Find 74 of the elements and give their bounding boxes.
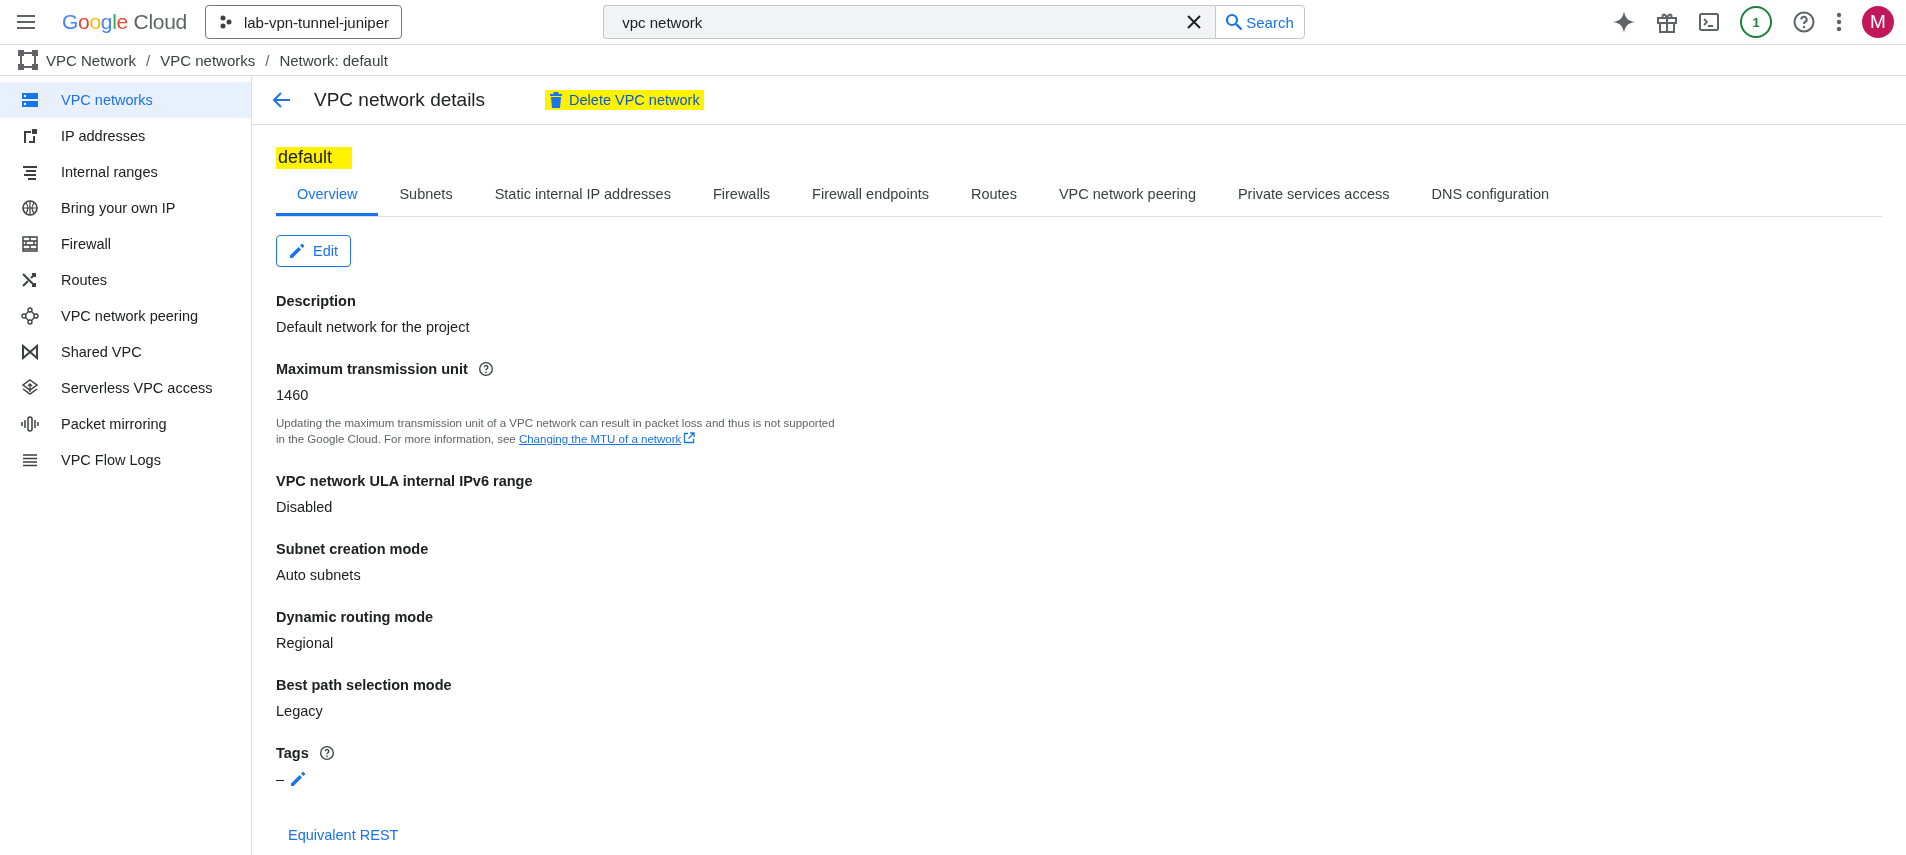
field-value: –: [276, 771, 285, 787]
sidebar-item[interactable]: Firewall: [0, 226, 251, 262]
sidebar-item[interactable]: Serverless VPC access: [0, 370, 251, 406]
google-cloud-logo[interactable]: Google Cloud: [62, 10, 187, 34]
trash-icon: [549, 92, 564, 108]
edit-button[interactable]: Edit: [276, 235, 351, 267]
sidebar-item[interactable]: Internal ranges: [0, 154, 251, 190]
sidebar-item[interactable]: VPC Flow Logs: [0, 442, 251, 478]
delete-network-button[interactable]: Delete VPC network: [545, 90, 704, 110]
field-value: 1460: [276, 387, 310, 403]
terminal-icon[interactable]: [1698, 11, 1720, 33]
more-icon[interactable]: [1836, 12, 1842, 32]
field-label: VPC network ULA internal IPv6 range: [276, 473, 533, 489]
field-label: Subnet creation mode: [276, 541, 429, 557]
field-label: Best path selection mode: [276, 677, 452, 693]
sidebar-item[interactable]: IP addresses: [0, 118, 251, 154]
pencil-icon[interactable]: [290, 771, 307, 787]
clear-icon[interactable]: [1187, 15, 1202, 29]
nav-routes-icon: [21, 271, 39, 289]
field-value: Legacy: [276, 703, 324, 719]
sidebar-item[interactable]: Packet mirroring: [0, 406, 251, 442]
tab[interactable]: Overview: [276, 176, 379, 216]
search-icon: [1225, 13, 1244, 31]
field-value: Default network for the project: [276, 319, 470, 335]
pencil-icon: [289, 243, 305, 259]
external-link-icon: [683, 432, 696, 444]
field-value: Auto subnets: [276, 567, 362, 583]
nav-ranges-icon: [21, 163, 39, 181]
help-icon[interactable]: [1792, 10, 1816, 34]
tab[interactable]: Private services access: [1216, 176, 1411, 216]
network-name: default: [276, 147, 353, 169]
sidebar-item[interactable]: Shared VPC: [0, 334, 251, 370]
nav-firewall-icon: [21, 235, 39, 253]
field-label: Maximum transmission unit: [276, 361, 468, 377]
breadcrumb-separator: /: [146, 51, 151, 69]
field-value: Regional: [276, 635, 335, 651]
search-field[interactable]: vpc network: [603, 5, 1216, 39]
field-label: Description: [276, 293, 356, 309]
tab[interactable]: Firewall endpoints: [791, 176, 950, 216]
field-label: Tags: [276, 745, 309, 761]
search-button[interactable]: Search: [1215, 5, 1305, 39]
tab[interactable]: DNS configuration: [1410, 176, 1571, 216]
page-title: VPC network details: [314, 89, 486, 111]
help-icon[interactable]: [318, 745, 335, 761]
tab[interactable]: VPC network peering: [1037, 176, 1217, 216]
breadcrumb-link[interactable]: Network: default: [279, 51, 388, 69]
help-icon[interactable]: [477, 361, 494, 377]
field-value: Disabled: [276, 499, 334, 515]
nav-peering-icon: [21, 307, 39, 325]
tab[interactable]: Static internal IP addresses: [473, 176, 692, 216]
nav-net-icon: [21, 91, 39, 109]
breadcrumb-separator: /: [265, 51, 270, 69]
sidebar-item[interactable]: VPC networks: [0, 82, 251, 118]
tab[interactable]: Subnets: [378, 176, 474, 216]
tab[interactable]: Routes: [950, 176, 1038, 216]
help-note: Updating the maximum transmission unit of a VPC network can result in packet loss and thus is not supported in the Google Cloud. For more information, see Changing the MTU of a network: [276, 416, 836, 447]
back-arrow-icon[interactable]: [272, 90, 292, 110]
breadcrumb-link[interactable]: VPC networks: [160, 51, 256, 69]
nav-logs-icon: [21, 451, 39, 469]
sidebar-item[interactable]: Routes: [0, 262, 251, 298]
account-avatar[interactable]: M: [1862, 6, 1894, 38]
field-label: Dynamic routing mode: [276, 609, 434, 625]
breadcrumb-link[interactable]: VPC Network: [46, 51, 137, 69]
project-selector[interactable]: lab-vpn-tunnel-juniper: [204, 5, 402, 39]
nav-globe-icon: [21, 199, 39, 217]
tab[interactable]: Firewalls: [691, 176, 792, 216]
network-icon: [18, 50, 38, 70]
notification-badge[interactable]: 1: [1740, 6, 1772, 38]
equivalent-rest-link[interactable]: Equivalent REST: [288, 827, 399, 843]
sparkle-icon[interactable]: [1612, 10, 1636, 34]
sidebar-item[interactable]: Bring your own IP: [0, 190, 251, 226]
gift-icon[interactable]: [1656, 11, 1678, 33]
mtu-docs-link[interactable]: Changing the MTU of a network: [518, 433, 696, 445]
sidebar-item[interactable]: VPC network peering: [0, 298, 251, 334]
